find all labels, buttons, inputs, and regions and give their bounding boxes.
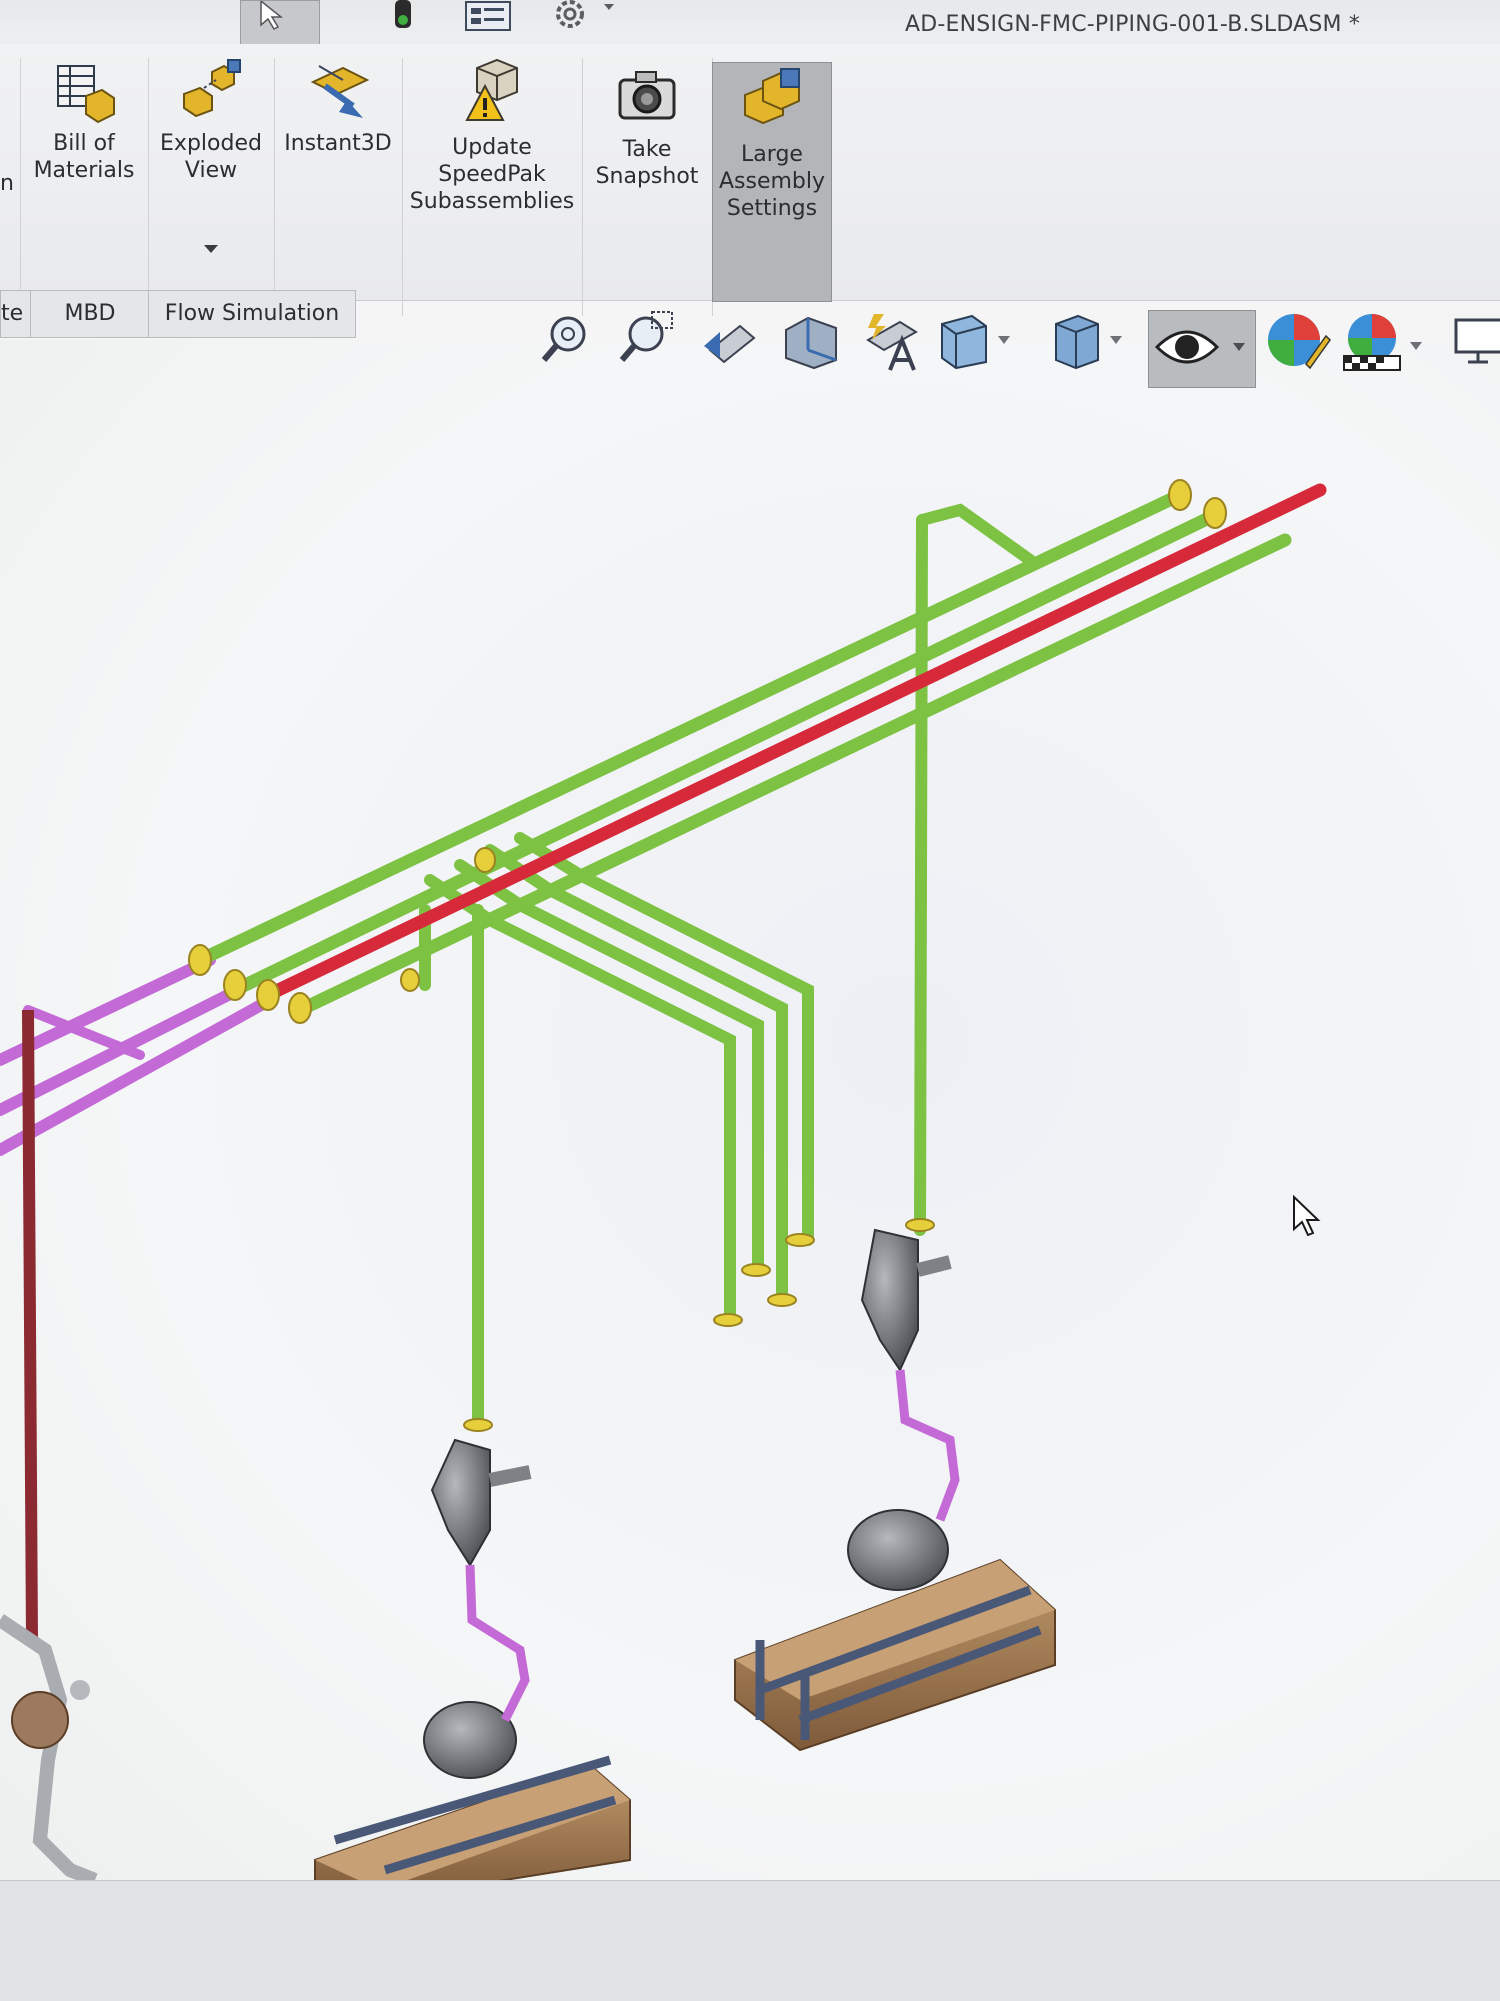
ribbon-label-instant3d: Instant3D [284, 131, 392, 156]
bill-of-materials-button[interactable]: Bill of Materials [20, 58, 149, 316]
exploded-view-icon [183, 59, 241, 118]
command-manager-tabs: te MBD Flow Simulation [0, 290, 360, 340]
heads-up-view-toolbar [540, 310, 1500, 405]
ribbon-label-large-assembly-settings: Large Assembly Settings [718, 142, 826, 221]
green-pipe-rack[interactable] [193, 488, 1292, 1017]
tab-partial[interactable]: te [0, 290, 32, 338]
take-snapshot-button[interactable]: Take Snapshot [582, 58, 713, 316]
dynamic-annotation-views-icon[interactable] [860, 310, 924, 376]
bill-of-materials-icon [57, 65, 115, 124]
pump-skid-left[interactable] [314, 1438, 631, 1902]
previous-view-icon[interactable] [700, 310, 762, 374]
chevron-down-icon[interactable] [201, 242, 221, 256]
traffic-light-icon[interactable] [383, 0, 423, 44]
mouse-pointer-icon [1293, 1195, 1321, 1237]
edit-appearance-icon[interactable] [1266, 310, 1332, 376]
document-title: AD-ENSIGN-FMC-PIPING-001-B.SLDASM * [905, 12, 1361, 37]
options-list-icon[interactable] [462, 0, 514, 44]
zoom-to-fit-icon[interactable] [540, 310, 600, 374]
section-view-icon[interactable] [780, 310, 842, 374]
large-assembly-icon [744, 68, 800, 125]
command-manager-ribbon: n Bill of Materials Exploded View Instan… [0, 44, 1500, 316]
display-style-icon[interactable] [1048, 310, 1128, 374]
pump-skid-right[interactable] [734, 1228, 1056, 1752]
tab-mbd[interactable]: MBD [30, 290, 150, 338]
camera-icon [618, 71, 676, 120]
red-pipe[interactable] [261, 483, 1327, 1002]
hide-show-items-icon[interactable] [1148, 310, 1256, 388]
graphics-area[interactable] [0, 340, 1500, 1902]
view-settings-icon[interactable] [1452, 310, 1500, 374]
gear-icon[interactable] [540, 0, 620, 44]
zoom-to-area-icon[interactable] [616, 310, 676, 374]
ribbon-label-update-speedpak: Update SpeedPak Subassemblies [409, 135, 575, 214]
update-speedpak-subassemblies-button[interactable]: Update SpeedPak Subassemblies [402, 58, 583, 316]
partial-equipment-left[interactable] [0, 1614, 98, 1887]
view-orientation-icon[interactable] [936, 310, 1016, 374]
ribbon-label-take-snapshot: Take Snapshot [595, 137, 699, 189]
ribbon-label-exploded-view: Exploded View [160, 131, 262, 183]
apply-scene-icon[interactable] [1340, 310, 1430, 378]
speedpak-icon [465, 58, 518, 121]
tab-flow-simulation[interactable]: Flow Simulation [148, 290, 356, 338]
select-tool-button[interactable] [240, 0, 320, 46]
ribbon-partial-left-button[interactable]: n [0, 58, 21, 316]
instant3d-button[interactable]: Instant3D [274, 58, 403, 316]
cursor-arrow-icon [260, 0, 284, 30]
ribbon-label-bill-of-materials: Bill of Materials [33, 131, 135, 183]
large-assembly-settings-button[interactable]: Large Assembly Settings [712, 62, 832, 302]
dark-red-vertical-pipe[interactable] [22, 1009, 38, 1641]
instant3d-icon [310, 65, 370, 118]
ribbon-partial-left-label: n [0, 171, 14, 196]
exploded-view-button[interactable]: Exploded View [148, 58, 275, 316]
status-bar [0, 1880, 1500, 2001]
piping-assembly-model[interactable] [0, 340, 1500, 1902]
